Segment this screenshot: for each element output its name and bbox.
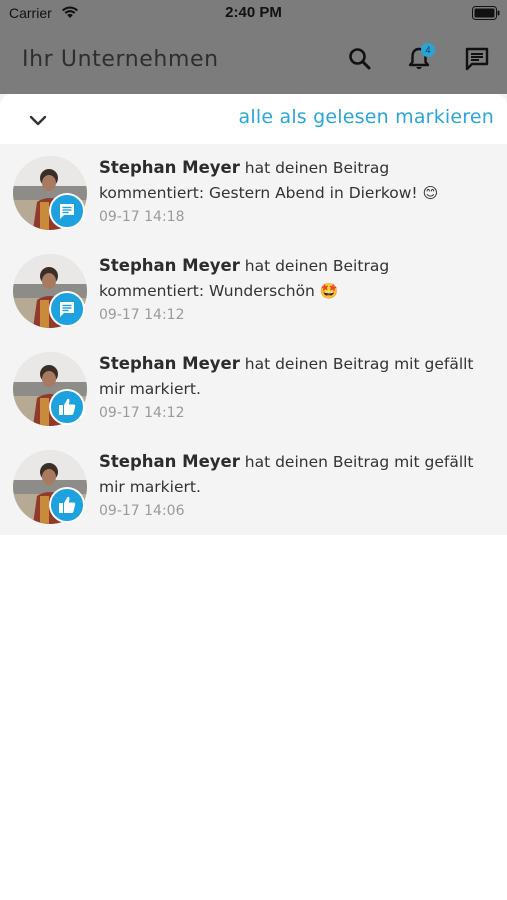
notification-count-badge: 4 [421, 43, 435, 57]
avatar [13, 352, 87, 426]
notification-item[interactable]: Stephan Meyer hat deinen Beitrag komment… [0, 144, 507, 242]
like-badge [49, 389, 85, 425]
search-icon [349, 48, 371, 70]
notifications-panel: alle als gelesen markieren Stephan Meyer… [0, 94, 507, 535]
avatar [13, 254, 87, 328]
search-button[interactable] [345, 44, 375, 74]
notification-author: Stephan Meyer [99, 158, 240, 177]
notification-emoji: 😊 [422, 184, 439, 202]
like-badge [49, 487, 85, 523]
status-bar: Carrier 2:40 PM [0, 0, 507, 28]
notification-text: Stephan Meyer hat deinen Beitrag mit gef… [99, 351, 491, 402]
message-icon [465, 47, 489, 71]
notification-time: 09-17 14:12 [99, 307, 185, 323]
notification-item[interactable]: Stephan Meyer hat deinen Beitrag komment… [0, 242, 507, 340]
clock: 2:40 PM [225, 4, 282, 21]
messages-button[interactable] [462, 44, 492, 74]
notification-list: Stephan Meyer hat deinen Beitrag komment… [0, 144, 507, 536]
notification-author: Stephan Meyer [99, 354, 240, 373]
comment-icon [60, 204, 74, 219]
battery-icon [472, 6, 500, 20]
panel-header: alle als gelesen markieren [0, 94, 507, 144]
notification-emoji: 🤩 [319, 282, 339, 300]
notification-text: Stephan Meyer hat deinen Beitrag komment… [99, 155, 491, 206]
top-area: Carrier 2:40 PM Ihr Unternehmen 4 [0, 0, 507, 94]
thumbs-up-icon [59, 496, 76, 513]
comment-icon [60, 302, 74, 317]
notification-time: 09-17 14:06 [99, 503, 185, 519]
notification-text: Stephan Meyer hat deinen Beitrag mit gef… [99, 449, 491, 500]
notification-item[interactable]: Stephan Meyer hat deinen Beitrag mit gef… [0, 438, 507, 536]
page-title: Ihr Unternehmen [22, 47, 219, 72]
comment-badge [49, 291, 85, 327]
notification-time: 09-17 14:18 [99, 209, 185, 225]
avatar [13, 156, 87, 230]
app-header: Ihr Unternehmen 4 [0, 28, 507, 94]
thumbs-up-icon [59, 398, 76, 415]
notification-author: Stephan Meyer [99, 452, 240, 471]
notification-author: Stephan Meyer [99, 256, 240, 275]
notifications-button[interactable]: 4 [404, 43, 435, 74]
comment-badge [49, 193, 85, 229]
mark-all-read-button[interactable]: alle als gelesen markieren [239, 106, 494, 128]
notification-item[interactable]: Stephan Meyer hat deinen Beitrag mit gef… [0, 340, 507, 438]
notification-text: Stephan Meyer hat deinen Beitrag komment… [99, 253, 491, 304]
chevron-down-icon[interactable] [27, 109, 49, 131]
avatar [13, 450, 87, 524]
notification-time: 09-17 14:12 [99, 405, 185, 421]
